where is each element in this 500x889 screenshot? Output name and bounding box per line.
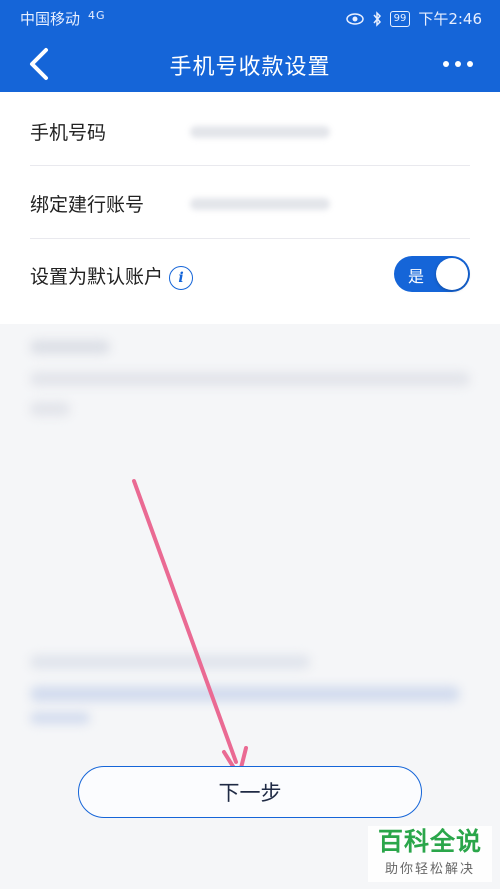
carrier-label: 中国移动 [20,10,81,28]
nav-bar: 手机号收款设置 [0,34,500,92]
network-label: 4G [88,9,106,22]
settings-panel: 手机号码 绑定建行账号 设置为默认账户 i 是 [0,92,500,324]
default-account-toggle[interactable]: 是 [394,256,470,292]
phone-number-label: 手机号码 [30,122,107,144]
eye-icon [345,12,364,25]
battery-indicator: 99 [389,10,411,27]
toggle-label: 是 [408,267,425,286]
watermark-subtitle: 助你轻松解决 [384,862,475,877]
bluetooth-icon [373,10,381,27]
bind-account-label: 绑定建行账号 [30,194,145,216]
phone-number-value-obscured [190,126,330,138]
default-account-label-wrap: 设置为默认账户 i [30,262,194,290]
clock: 下午2:46 [418,10,482,28]
watermark-title: 百科全说 [377,827,482,856]
default-account-label: 设置为默认账户 [30,266,164,288]
next-step-button[interactable]: 下一步 [78,766,422,818]
obscured-text-line [30,402,70,416]
obscured-text-line [30,372,470,386]
status-bar: 中国移动 4G 99 下午2:46 [0,0,500,34]
bind-account-row[interactable]: 绑定建行账号 [0,166,500,238]
default-account-row: 设置为默认账户 i 是 [0,238,500,310]
watermark: 百科全说 助你轻松解决 [368,826,492,882]
obscured-heading [30,340,110,354]
page-title: 手机号收款设置 [169,55,331,80]
more-button[interactable] [438,46,478,82]
obscured-text-line [30,655,310,669]
info-icon[interactable]: i [169,265,194,290]
obscured-link-line [30,686,460,702]
status-right: 99 下午2:46 [345,8,482,29]
more-dots-icon [443,61,473,67]
toggle-knob [436,258,468,290]
bind-account-value-obscured [190,198,330,210]
phone-number-row[interactable]: 手机号码 [0,94,500,166]
obscured-link-line [30,712,90,724]
